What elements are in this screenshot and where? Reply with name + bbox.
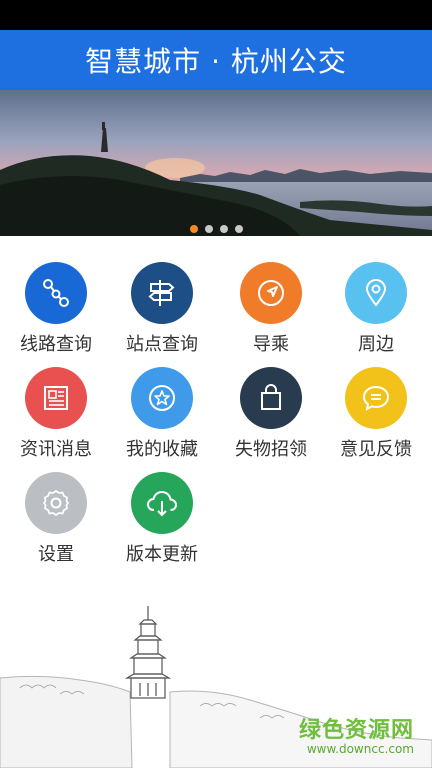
watermark-url: www.downcc.com xyxy=(306,742,414,756)
chat-icon xyxy=(345,367,407,429)
menu-label: 站点查询 xyxy=(126,334,198,355)
menu-item-route-query[interactable]: 线路查询 xyxy=(3,262,109,356)
menu-label: 我的收藏 xyxy=(126,439,198,460)
menu-item-feedback[interactable]: 意见反馈 xyxy=(323,367,429,461)
watermark: 绿色资源网 www.downcc.com xyxy=(299,712,414,756)
menu-item-lost-found[interactable]: 失物招领 xyxy=(218,367,324,461)
banner-pagination xyxy=(0,225,432,233)
menu-label: 导乘 xyxy=(253,334,289,355)
menu-label: 周边 xyxy=(358,334,394,355)
bag-icon xyxy=(240,367,302,429)
pagination-dot-active[interactable] xyxy=(189,225,198,233)
menu-label: 版本更新 xyxy=(126,544,198,565)
banner-carousel[interactable] xyxy=(0,90,432,236)
menu-label: 意见反馈 xyxy=(340,439,412,460)
signpost-icon xyxy=(131,262,193,324)
cloud-download-icon xyxy=(131,472,193,534)
menu-label: 线路查询 xyxy=(20,334,92,355)
menu-item-news[interactable]: 资讯消息 xyxy=(3,367,109,461)
banner-image xyxy=(0,90,432,236)
menu-item-settings[interactable]: 设置 xyxy=(3,472,109,566)
watermark-title: 绿色资源网 xyxy=(298,718,414,743)
news-icon xyxy=(25,367,87,429)
menu-item-favorites[interactable]: 我的收藏 xyxy=(109,367,215,461)
pagoda-sketch-illustration: 绿色资源网 www.downcc.com xyxy=(0,588,432,769)
star-icon xyxy=(131,367,193,429)
title-bar: 智慧城市 · 杭州公交 xyxy=(0,30,432,90)
menu-label: 设置 xyxy=(38,544,74,565)
menu-item-nearby[interactable]: 周边 xyxy=(323,262,429,356)
location-pin-icon xyxy=(345,262,407,324)
navigation-icon xyxy=(240,262,302,324)
gear-icon xyxy=(25,472,87,534)
menu-label: 失物招领 xyxy=(235,439,307,460)
menu-label: 资讯消息 xyxy=(20,439,92,460)
status-bar xyxy=(0,0,432,30)
menu-item-navigation[interactable]: 导乘 xyxy=(218,262,324,356)
route-icon xyxy=(25,262,87,324)
pagination-dot[interactable] xyxy=(234,225,243,233)
menu-item-stop-query[interactable]: 站点查询 xyxy=(109,262,215,356)
pagination-dot[interactable] xyxy=(204,225,213,233)
page-title: 智慧城市 · 杭州公交 xyxy=(85,45,347,78)
menu-item-version-update[interactable]: 版本更新 xyxy=(109,472,215,566)
pagination-dot[interactable] xyxy=(219,225,228,233)
